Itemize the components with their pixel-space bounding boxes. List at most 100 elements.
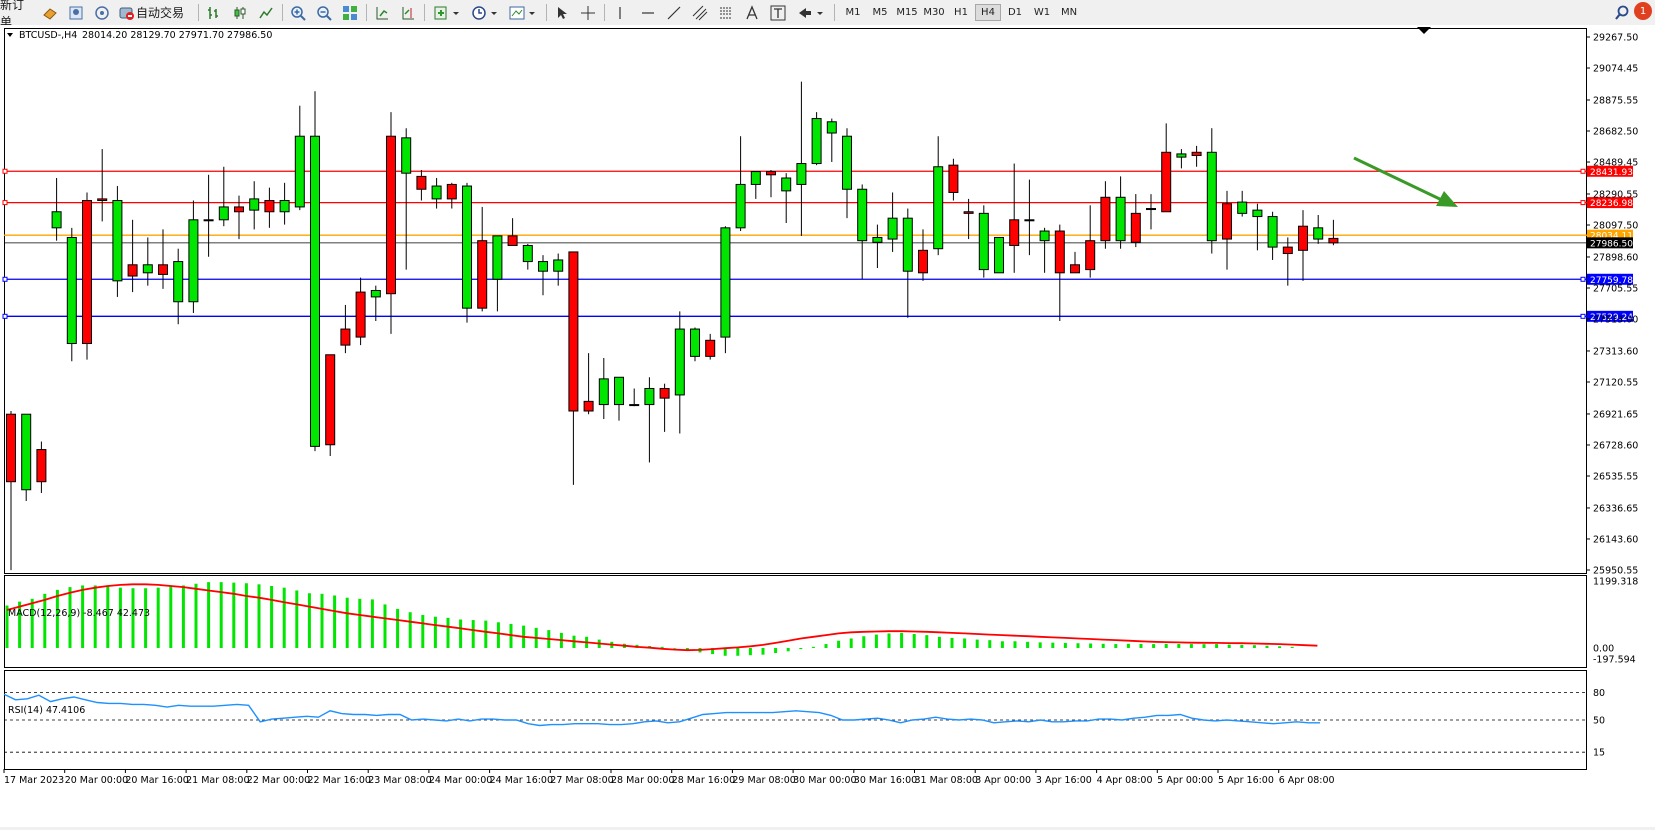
timeframe-d1[interactable]: D1 [1002, 4, 1028, 21]
candle-body [492, 235, 503, 280]
candle-body [568, 251, 579, 412]
trendline-icon[interactable] [664, 3, 684, 22]
price-tick-label: 28875.55 [1593, 95, 1638, 106]
bar-chart-icon[interactable] [204, 3, 224, 22]
candle-body [1222, 203, 1232, 240]
line-chart-icon[interactable] [256, 3, 276, 22]
templates-icon[interactable] [506, 3, 540, 22]
equidistant-channel-icon[interactable] [690, 3, 710, 22]
level-handle [1580, 276, 1586, 282]
candle-body [1039, 230, 1050, 242]
candle-body [112, 200, 123, 282]
metaeditor-icon[interactable] [40, 3, 60, 22]
timeframe-h4[interactable]: H4 [975, 4, 1001, 21]
tile-windows-icon[interactable] [340, 3, 360, 22]
candle-body [188, 219, 199, 303]
candle-body [142, 264, 153, 274]
candle-body [1206, 151, 1217, 242]
rsi-tick-label: 50 [1593, 716, 1605, 727]
candle-body [264, 200, 275, 213]
chart-shift-icon[interactable] [398, 3, 418, 22]
auto-trading-button[interactable]: 自动交易 [118, 3, 190, 22]
candle-body [477, 240, 488, 309]
signals-icon[interactable] [92, 3, 112, 22]
time-tick-label: 30 Mar 16:00 [854, 775, 917, 786]
candle-body [705, 339, 716, 357]
notification-badge[interactable]: 1 [1634, 2, 1652, 20]
candle-body [720, 227, 731, 338]
toolbar-separator [366, 4, 367, 21]
crosshair-icon[interactable] [578, 3, 598, 22]
time-tick-label: 23 Mar 08:00 [368, 775, 431, 786]
fibonacci-icon[interactable] [716, 3, 736, 22]
candle-body [203, 219, 214, 222]
candle-body [1191, 151, 1202, 157]
price-tick-label: 28682.50 [1593, 127, 1638, 138]
candle-body [1070, 264, 1080, 274]
candle-body [340, 328, 351, 346]
time-tick-label: 27 Mar 08:00 [550, 775, 613, 786]
toolbar-separator [282, 4, 283, 21]
price-tick-label: 26336.65 [1593, 503, 1638, 514]
price-tick-label: 27513.00 [1593, 314, 1638, 325]
price-tick-label: 28097.50 [1593, 221, 1638, 232]
text-icon[interactable] [742, 3, 762, 22]
timeframe-h1[interactable]: H1 [948, 4, 974, 21]
price-tick-label: 26143.60 [1593, 534, 1638, 545]
candle-body [1313, 227, 1324, 240]
time-tick-label: 20 Mar 16:00 [125, 775, 188, 786]
vertical-line-icon[interactable] [610, 3, 630, 22]
candle-body [842, 135, 852, 190]
level-handle [2, 168, 8, 174]
chart-header-symbol: BTCUSD-,H4 [19, 30, 77, 41]
toolbar: 新订单 自动交易 M1 M5 M15 M30 H1 H4 D1 W1 MN 1 [0, 0, 1655, 29]
zoom-out-icon[interactable] [314, 3, 334, 22]
candle-body [826, 121, 837, 134]
cursor-icon[interactable] [552, 3, 572, 22]
periods-icon[interactable] [468, 3, 502, 22]
zoom-in-icon[interactable] [288, 3, 308, 22]
level-handle [2, 276, 8, 282]
candle-body [538, 261, 548, 272]
horizontal-line-icon[interactable] [638, 3, 658, 22]
market-watch-icon[interactable] [66, 3, 86, 22]
candle-body [1146, 208, 1156, 211]
time-tick-label: 6 Apr 08:00 [1279, 775, 1335, 786]
candle-body [1100, 196, 1111, 242]
candle-body [51, 211, 62, 229]
candle-body [234, 206, 244, 213]
timeframe-w1[interactable]: W1 [1029, 4, 1055, 21]
auto-scroll-icon[interactable] [372, 3, 392, 22]
candle-body [659, 388, 670, 399]
candle-body [446, 183, 457, 200]
candle-body [173, 261, 184, 303]
chart-frames [4, 28, 1587, 770]
timeframe-m30[interactable]: M30 [921, 4, 947, 21]
candle-body [857, 188, 868, 242]
candle-body [796, 163, 807, 185]
candlestick-icon[interactable] [230, 3, 250, 22]
arrows-icon[interactable] [794, 3, 828, 22]
new-order-button[interactable]: 新订单 [0, 0, 34, 29]
candle-body [1328, 237, 1339, 244]
indicators-icon[interactable] [430, 3, 464, 22]
candle-body [750, 171, 761, 185]
price-chart[interactable]: 28431.9328236.9828034.1127759.7827529.24… [0, 25, 1655, 827]
candle-body [36, 449, 47, 483]
candle-body [294, 135, 305, 208]
candle-body [401, 137, 412, 174]
timeframe-m1[interactable]: M1 [840, 4, 866, 21]
text-label-icon[interactable] [768, 3, 788, 22]
candle-body [978, 212, 989, 271]
candle-body [948, 164, 959, 193]
search-icon[interactable] [1612, 3, 1632, 22]
chart-window[interactable]: 28431.93 28236.98 28034.11 27759.78 27529.24… [0, 25, 1655, 827]
current-price-label: 27986.50 [1590, 239, 1633, 249]
timeframe-m5[interactable]: M5 [867, 4, 893, 21]
price-tick-label: 25950.55 [1593, 566, 1638, 577]
candle-body [507, 235, 518, 246]
candle-body [690, 328, 700, 357]
timeframe-m15[interactable]: M15 [894, 4, 920, 21]
timeframe-mn[interactable]: MN [1056, 4, 1082, 21]
candle-body [1161, 151, 1172, 213]
